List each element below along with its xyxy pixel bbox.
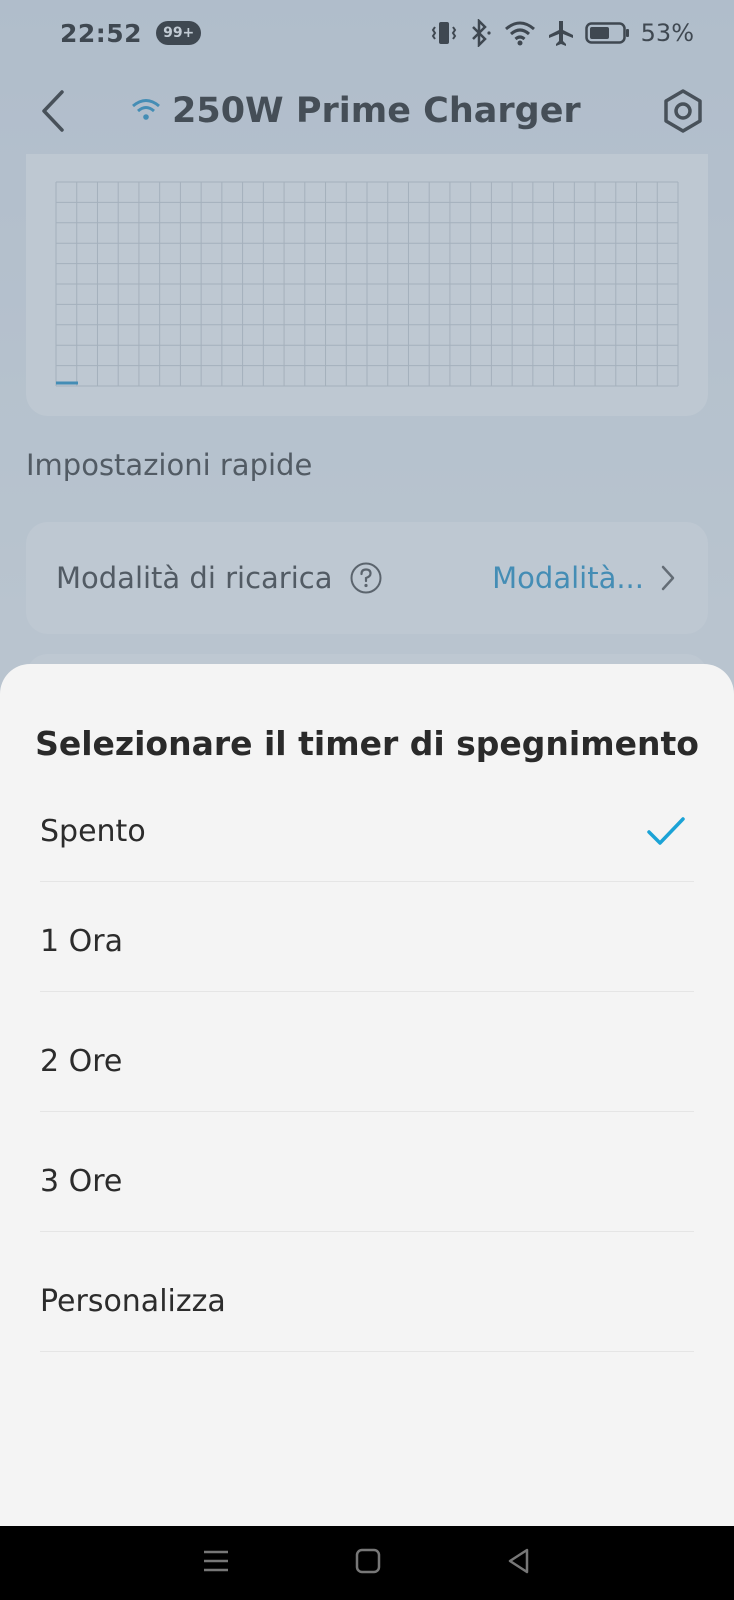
option-label: 2 Ore [40, 1044, 123, 1079]
option-1-ora[interactable]: 1 Ora [40, 892, 694, 992]
home-icon[interactable] [354, 1547, 382, 1579]
option-label: 1 Ora [40, 924, 123, 959]
back-triangle-icon[interactable] [505, 1547, 533, 1579]
system-nav-bar [0, 1526, 734, 1600]
sheet-title: Selezionare il timer di spegnimento [35, 724, 699, 763]
option-2-ore[interactable]: 2 Ore [40, 1012, 694, 1112]
menu-icon[interactable] [201, 1548, 231, 1578]
option-personalizza[interactable]: Personalizza [40, 1252, 694, 1352]
shutdown-timer-sheet: Selezionare il timer di spegnimento Spen… [0, 664, 734, 1526]
option-label: Personalizza [40, 1284, 226, 1319]
option-3-ore[interactable]: 3 Ore [40, 1132, 694, 1232]
check-icon [646, 816, 686, 848]
option-spento[interactable]: Spento [40, 782, 694, 882]
option-label: Spento [40, 814, 146, 849]
option-label: 3 Ore [40, 1164, 123, 1199]
